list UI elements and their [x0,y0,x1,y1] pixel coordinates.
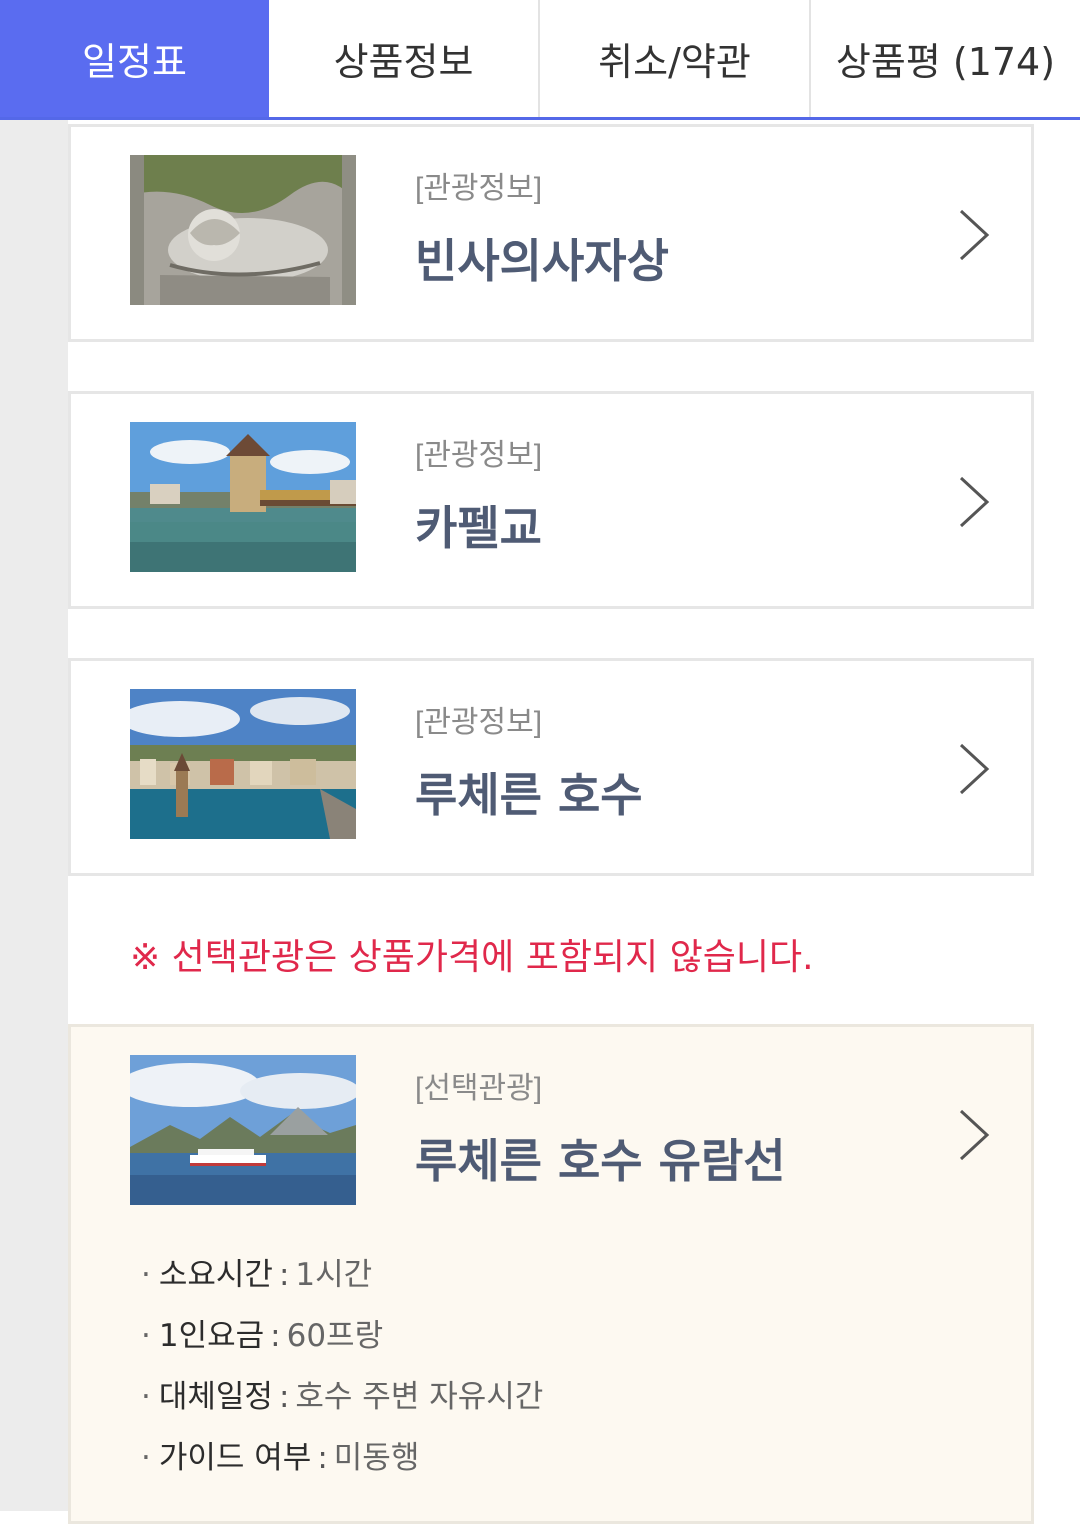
optional-tour-category: [선택관광] [415,1072,543,1105]
detail-separator: : [317,1440,328,1476]
chevron-right-icon [959,743,990,795]
timeline-rail [0,120,62,1511]
tab-product-info[interactable]: 상품정보 [269,0,540,117]
detail-value: 미동행 [333,1440,420,1476]
attraction-category: [관광정보] [415,172,543,205]
detail-key: 1인요금 [158,1318,265,1354]
detail-separator: : [270,1318,281,1354]
bullet: · [141,1318,151,1354]
bullet: · [141,1440,151,1476]
detail-value: 1시간 [295,1257,373,1293]
chevron-right-icon [959,476,990,528]
detail-duration: · 소요시간:1시간 [141,1249,543,1310]
optional-tour-thumbnail [130,1055,356,1205]
attraction-thumbnail [130,422,356,572]
detail-value: 호수 주변 자유시간 [295,1379,544,1415]
attraction-name: 루체른 호수 [415,768,643,822]
tab-cancel-terms[interactable]: 취소/약관 [540,0,811,117]
chevron-right-icon [959,1109,990,1161]
detail-price: · 1인요금:60프랑 [141,1310,543,1371]
bullet: · [141,1379,151,1415]
detail-separator: : [278,1379,290,1415]
bullet: · [141,1257,151,1293]
detail-separator: : [278,1257,290,1293]
tab-itinerary[interactable]: 일정표 [0,0,269,117]
optional-tour-notice: ※ 선택관광은 상품가격에 포함되지 않습니다. [130,937,814,978]
attraction-card[interactable]: [관광정보] 루체른 호수 [68,658,1034,876]
attraction-name: 카펠교 [415,501,542,555]
detail-key: 대체일정 [158,1379,273,1415]
detail-value: 60프랑 [286,1318,384,1354]
tab-reviews[interactable]: 상품평 (174) [811,0,1080,117]
detail-key: 소요시간 [158,1257,273,1293]
optional-tour-details: · 소요시간:1시간 · 1인요금:60프랑 · 대체일정: 호수 주변 자유시간 · 가… [141,1249,543,1493]
attraction-name: 빈사의사자상 [415,234,669,288]
attraction-card[interactable]: [관광정보] 카펠교 [68,391,1034,609]
attraction-thumbnail [130,689,356,839]
detail-alternative: · 대체일정: 호수 주변 자유시간 [141,1371,543,1432]
optional-tour-card[interactable]: [선택관광] 루체른 호수 유람선 · 소요시간:1시간 · 1인요금:60프랑 ·… [68,1024,1034,1524]
detail-guide: · 가이드 여부: 미동행 [141,1432,543,1493]
detail-key: 가이드 여부 [158,1440,312,1476]
attraction-category: [관광정보] [415,439,543,472]
attraction-thumbnail [130,155,356,305]
optional-tour-name: 루체른 호수 유람선 [415,1134,786,1188]
attraction-category: [관광정보] [415,706,543,739]
chevron-right-icon [959,209,990,261]
tab-bar: 일정표 상품정보 취소/약관 상품평 (174) [0,0,1080,120]
attraction-card[interactable]: [관광정보] 빈사의사자상 [68,124,1034,342]
